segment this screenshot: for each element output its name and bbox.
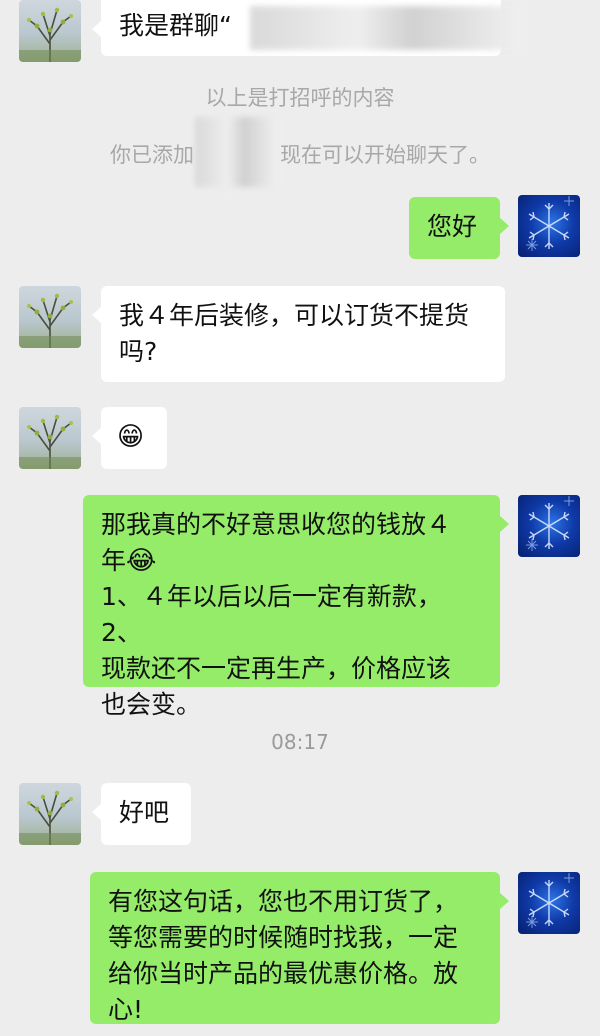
message-line: 有您这句话，您也不用订货了， (108, 887, 459, 916)
contact-avatar[interactable] (19, 783, 81, 845)
message-line: 等您需要的时候随时找我，一定 (108, 923, 459, 952)
contact-avatar[interactable] (19, 0, 81, 62)
plant-avatar-icon (19, 286, 81, 348)
message-line: 我４年后装修，可以订货不提货 (119, 301, 470, 330)
own-avatar[interactable] (518, 872, 580, 934)
message-line: 那我真的不好意思收您的钱放４ (101, 510, 452, 539)
message-line: 现款还不一定再生产，价格应该 (101, 654, 452, 683)
laughing-emoji-icon: 😂 (126, 546, 157, 576)
plant-avatar-icon (19, 783, 81, 845)
message-bubble-outgoing[interactable]: 那我真的不好意思收您的钱放４ 年😂 1、４年以后以后一定有新款，2、 现款还不一… (83, 495, 509, 719)
added-prefix: 你已添加 (110, 143, 194, 167)
message-bubble-incoming[interactable]: 我４年后装修，可以订货不提货 吗? (92, 286, 505, 382)
snowflake-avatar-icon (518, 495, 580, 557)
redacted-name (250, 6, 520, 50)
snowflake-avatar-icon (518, 872, 580, 934)
message-bubble-incoming[interactable]: 好吧 (92, 783, 191, 845)
contact-avatar[interactable] (19, 407, 81, 469)
message-line: 给你当时产品的最优惠价格。放 (108, 959, 459, 988)
message-fragment: 年 (101, 546, 127, 575)
message-bubble-incoming[interactable]: 😁 (92, 407, 167, 469)
grinning-emoji-icon: 😁 (117, 422, 145, 452)
message-bubble-outgoing[interactable]: 有您这句话，您也不用订货了， 等您需要的时候随时找我，一定 给你当时产品的最优惠… (90, 872, 509, 1024)
plant-avatar-icon (19, 0, 81, 62)
own-avatar[interactable] (518, 195, 580, 257)
snowflake-avatar-icon (518, 195, 580, 257)
message-bubble-outgoing[interactable]: 您好 (409, 197, 509, 259)
message-text: 好吧 (119, 798, 170, 827)
message-line: 也会变。 (101, 690, 202, 719)
message-line: 心! (108, 995, 144, 1024)
message-line: 1、４年以后以后一定有新款，2、 (101, 582, 442, 647)
redacted-contact (195, 117, 277, 187)
added-notice: 你已添加 现在可以开始聊天了。 (0, 140, 600, 170)
contact-avatar[interactable] (19, 286, 81, 348)
message-line: 吗? (119, 337, 158, 366)
message-text: 我是群聊“ (119, 11, 232, 40)
plant-avatar-icon (19, 407, 81, 469)
timestamp: 08:17 (271, 730, 329, 754)
own-avatar[interactable] (518, 495, 580, 557)
message-line: 年😂 (101, 543, 482, 579)
message-text: 您好 (427, 212, 478, 241)
added-suffix: 现在可以开始聊天了。 (280, 143, 490, 167)
greeting-hint: 以上是打招呼的内容 (205, 86, 395, 110)
